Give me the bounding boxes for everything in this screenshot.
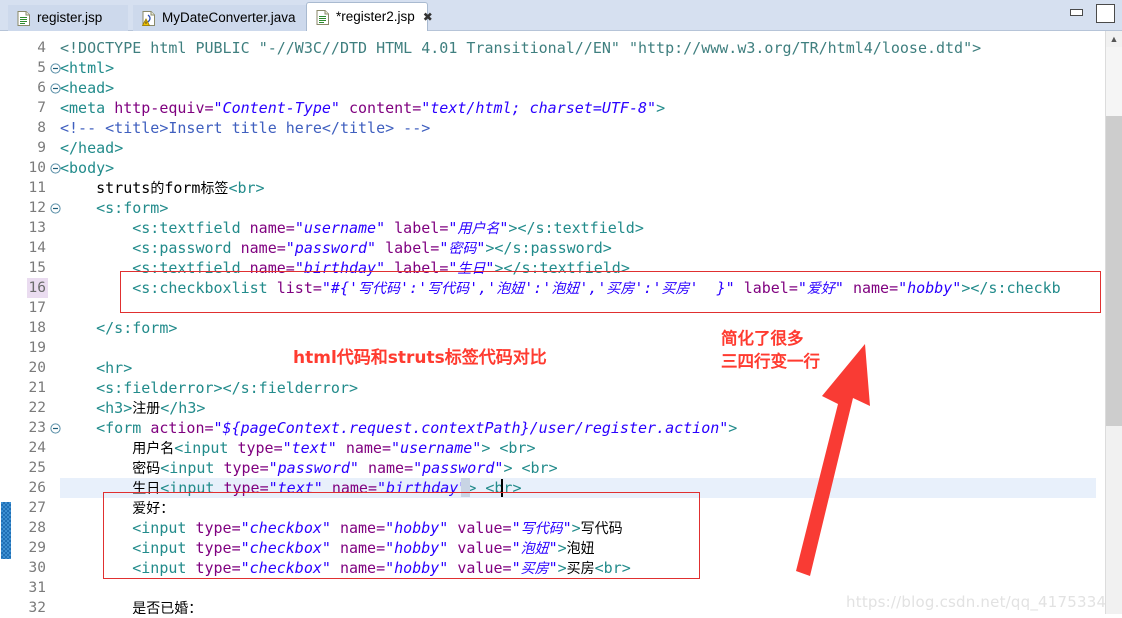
code-editor[interactable]: 4 5 6 7 8 9 10 11 12 13 14 15 16 17 18 19 20 21 22 23 24 25 26… <box>0 31 1122 616</box>
code-line[interactable]: <html> <box>60 58 114 78</box>
tab-mydateconverter-java[interactable]: MyDateConverter.java <box>133 5 308 31</box>
annotation-ruler[interactable] <box>0 31 14 614</box>
line-number: 11 <box>28 180 46 196</box>
line-number: 30 <box>28 560 46 576</box>
code-line[interactable]: <hr> <box>60 358 132 378</box>
tab-label: *register2.jsp <box>336 9 415 25</box>
code-line[interactable]: <meta http-equiv="Content-Type" content=… <box>60 98 665 118</box>
code-line[interactable]: <s:fielderror></s:fielderror> <box>60 378 358 398</box>
line-number: 7 <box>37 100 46 116</box>
scrollbar-track[interactable] <box>1106 47 1122 116</box>
line-number: 31 <box>28 580 46 596</box>
compare-annotation-text: html代码和struts标签代码对比 <box>293 348 547 368</box>
vertical-scrollbar[interactable]: ▲ <box>1105 31 1122 614</box>
line-number: 32 <box>28 600 46 616</box>
tab-register2-jsp-active[interactable]: *register2.jsp ✖ <box>306 2 433 31</box>
simplify-annotation-line1: 简化了很多 <box>721 329 804 348</box>
line-number: 26 <box>28 480 46 496</box>
line-number: 21 <box>28 380 46 396</box>
line-number: 20 <box>28 360 46 376</box>
line-number: 10 <box>28 160 46 176</box>
code-line[interactable]: <s:checkboxlist list="#{'写代码':'写代码','泡妞'… <box>60 278 1060 298</box>
code-folding-column[interactable] <box>50 31 61 614</box>
code-line[interactable]: <form action="${pageContext.request.cont… <box>60 418 737 438</box>
selection-highlight <box>461 478 470 497</box>
line-number: 8 <box>37 120 46 136</box>
code-line[interactable]: <head> <box>60 78 114 98</box>
code-line[interactable]: </head> <box>60 138 123 158</box>
code-line[interactable]: <!-- <title>Insert title here</title> --… <box>60 118 430 138</box>
code-line[interactable]: </s:form> <box>60 318 177 338</box>
editor-tab-bar: register.jsp MyDateConverter.java *regis… <box>0 0 1122 31</box>
code-line[interactable]: <s:password name="password" label="密码"><… <box>60 238 612 258</box>
jsp-file-icon <box>316 9 330 25</box>
line-number: 28 <box>28 520 46 536</box>
line-number: 17 <box>28 300 46 316</box>
line-number: 19 <box>28 340 46 356</box>
line-number: 22 <box>28 400 46 416</box>
code-line[interactable]: <s:form> <box>60 198 168 218</box>
line-number: 6 <box>37 80 46 96</box>
code-line[interactable]: <s:textfield name="username" label="用户名"… <box>60 218 644 238</box>
scroll-up-icon[interactable]: ▲ <box>1106 31 1122 47</box>
code-line[interactable]: <!DOCTYPE html PUBLIC "-//W3C//DTD HTML … <box>60 38 981 58</box>
code-line[interactable]: <input type="checkbox" name="hobby" valu… <box>60 538 594 558</box>
code-line[interactable]: 用户名<input type="text" name="username"> <… <box>60 438 535 458</box>
code-line[interactable]: <h3>注册</h3> <box>60 398 205 418</box>
code-line[interactable]: <body> <box>60 158 114 178</box>
line-number: 25 <box>28 460 46 476</box>
code-line[interactable]: 密码<input type="password" name="password"… <box>60 458 557 478</box>
code-line[interactable]: 生日<input type="text" name="birthday"> <b… <box>60 478 521 498</box>
java-file-warning-icon <box>142 10 156 26</box>
watermark-text: https://blog.csdn.net/qq_41753340 <box>846 593 1116 611</box>
tab-label: MyDateConverter.java <box>162 10 296 26</box>
line-number: 24 <box>28 440 46 456</box>
line-number: 14 <box>28 240 46 256</box>
line-number: 5 <box>37 60 46 76</box>
line-number: 12 <box>28 200 46 216</box>
code-line[interactable]: <input type="checkbox" name="hobby" valu… <box>60 558 631 578</box>
simplify-annotation-line2: 三四行变一行 <box>721 352 820 371</box>
window-controls <box>1062 0 1122 31</box>
code-line[interactable]: <s:textfield name="birthday" label="生日">… <box>60 258 630 278</box>
text-caret <box>501 479 503 497</box>
jsp-file-icon <box>17 10 31 26</box>
code-line[interactable]: 爱好： <box>60 498 174 518</box>
line-number: 16 <box>26 278 48 298</box>
line-number-gutter: 4 5 6 7 8 9 10 11 12 13 14 15 16 17 18 19 20 21 22 23 24 25 26… <box>13 31 50 616</box>
line-number: 15 <box>28 260 46 276</box>
line-number: 29 <box>28 540 46 556</box>
code-line[interactable]: <input type="checkbox" name="hobby" valu… <box>60 518 622 538</box>
minimize-icon <box>1070 9 1083 16</box>
code-line[interactable]: 是否已婚： <box>60 598 202 614</box>
scrollbar-thumb[interactable] <box>1106 116 1122 426</box>
code-line[interactable]: struts的form标签<br> <box>60 178 264 198</box>
line-number: 18 <box>28 320 46 336</box>
tab-register-jsp[interactable]: register.jsp <box>8 5 128 31</box>
minimize-button[interactable] <box>1070 9 1083 16</box>
maximize-button[interactable] <box>1096 4 1115 23</box>
change-marker <box>1 502 11 559</box>
line-number: 4 <box>37 40 46 56</box>
maximize-icon <box>1096 4 1115 23</box>
line-number: 9 <box>37 140 46 156</box>
line-number: 23 <box>28 420 46 436</box>
line-number: 27 <box>28 500 46 516</box>
line-number: 13 <box>28 220 46 236</box>
close-icon[interactable]: ✖ <box>423 11 433 23</box>
tab-label: register.jsp <box>37 10 103 26</box>
code-content[interactable]: <!DOCTYPE html PUBLIC "-//W3C//DTD HTML … <box>60 31 1096 614</box>
